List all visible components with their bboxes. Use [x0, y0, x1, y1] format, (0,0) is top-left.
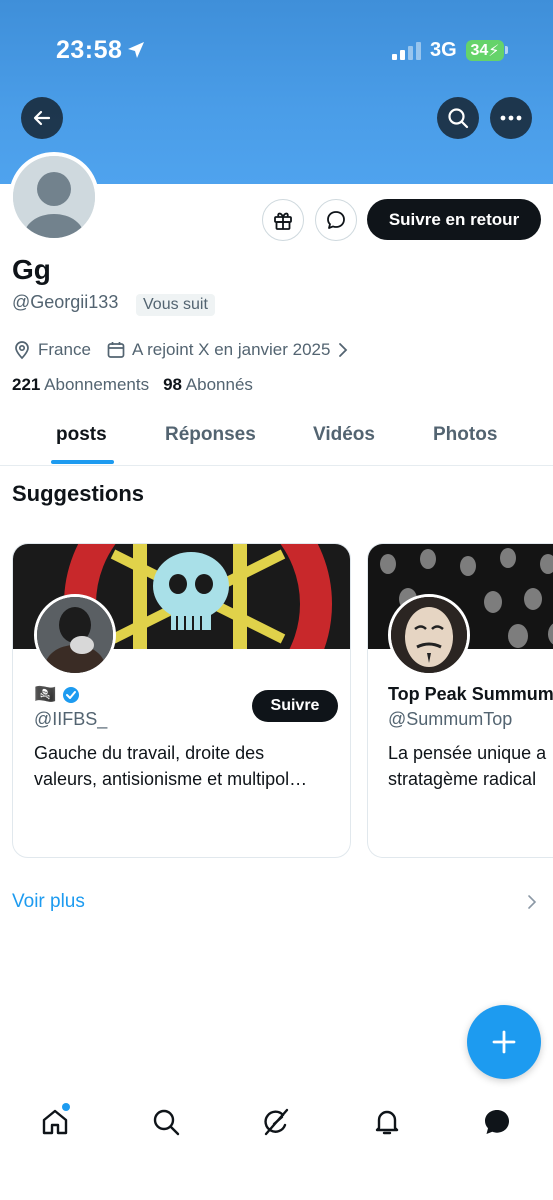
card-name: Top Peak Summum	[388, 684, 553, 704]
profile-name: Gg	[12, 254, 51, 285]
see-more-link[interactable]: Voir plus	[12, 891, 85, 913]
followers-link[interactable]: 98 Abonnés	[163, 375, 253, 395]
calendar-icon	[107, 342, 125, 358]
bottom-nav	[0, 1095, 553, 1155]
nav-grok[interactable]	[259, 1105, 293, 1139]
search-button[interactable]	[437, 97, 479, 139]
grok-icon	[264, 1108, 289, 1136]
joined-text: A rejoint X en janvier 2025	[132, 340, 331, 359]
chevron-right-icon	[528, 895, 537, 909]
home-icon	[42, 1109, 68, 1135]
tab-replies[interactable]: Réponses	[165, 424, 256, 446]
card-avatar	[34, 594, 116, 676]
card-handle: @IIFBS_	[34, 709, 108, 729]
network-type: 3G	[430, 39, 457, 61]
location-arrow-icon	[128, 42, 144, 58]
follow-button[interactable]: Suivre	[252, 690, 338, 722]
home-notification-dot	[62, 1103, 70, 1111]
message-button[interactable]	[315, 199, 357, 241]
card-name: 🏴‍☠️	[34, 684, 80, 705]
follows-you-badge: Vous suit	[136, 294, 215, 316]
following-link[interactable]: 221 Abonnements	[12, 375, 149, 395]
chat-icon	[485, 1110, 509, 1134]
signal-icon	[392, 42, 421, 60]
more-button[interactable]	[490, 97, 532, 139]
card-bio: La pensée unique a stratagème radical	[388, 743, 547, 789]
default-avatar-icon	[13, 156, 95, 238]
search-icon	[153, 1109, 180, 1136]
suggestions-title: Suggestions	[12, 481, 145, 506]
back-arrow-icon	[33, 110, 51, 126]
gift-icon	[274, 212, 292, 230]
tab-photos[interactable]: Photos	[433, 424, 497, 446]
active-tab-indicator	[51, 460, 114, 464]
location-text: France	[38, 340, 91, 359]
suggestion-card[interactable]: Top Peak Summum @SummumTop La pensée uni…	[367, 543, 553, 858]
nav-search[interactable]	[149, 1105, 183, 1139]
back-button[interactable]	[21, 97, 63, 139]
nav-notifications[interactable]	[370, 1105, 404, 1139]
message-icon	[327, 211, 345, 229]
profile-handle: @Georgii133	[12, 292, 119, 312]
gift-button[interactable]	[262, 199, 304, 241]
chevron-right-icon	[339, 343, 348, 357]
profile-joined[interactable]: A rejoint X en janvier 2025	[106, 338, 350, 362]
status-time: 23:58	[56, 36, 123, 64]
compose-icon	[492, 1030, 516, 1054]
follow-back-button[interactable]: Suivre en retour	[367, 199, 541, 240]
card-bio: Gauche du travail, droite des valeurs, a…	[34, 743, 308, 789]
compose-button[interactable]	[467, 1005, 541, 1079]
follow-stats: 221 Abonnements 98 Abonnés	[12, 375, 253, 395]
battery-tip	[505, 46, 508, 54]
card-handle: @SummumTop	[388, 709, 513, 729]
location-icon	[15, 341, 29, 360]
profile-avatar[interactable]	[9, 152, 99, 242]
battery-icon: 34 ⚡	[466, 40, 504, 61]
verified-icon	[63, 686, 80, 703]
suggestion-card[interactable]: 🏴‍☠️ @IIFBS_ Suivre Gauche du travail, d…	[12, 543, 351, 858]
profile-banner	[0, 0, 553, 184]
nav-messages[interactable]	[480, 1105, 514, 1139]
bell-icon	[375, 1110, 399, 1135]
search-icon	[448, 108, 469, 129]
tab-videos[interactable]: Vidéos	[313, 424, 375, 446]
tab-posts[interactable]: posts	[56, 424, 107, 446]
card-avatar	[388, 594, 470, 676]
profile-tabs: posts Réponses Vidéos Photos	[0, 410, 553, 466]
profile-location: France	[12, 338, 91, 362]
more-icon	[500, 115, 522, 121]
